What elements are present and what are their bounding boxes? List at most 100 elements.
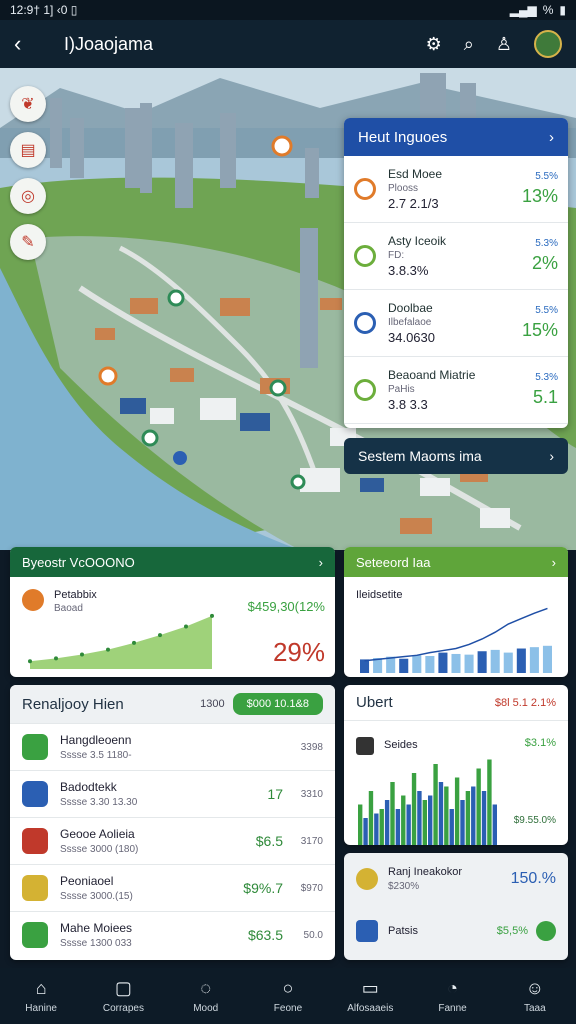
spend-card-body: Petabbix Baoad $459,30(12% 29% [10, 577, 335, 677]
sales-card[interactable]: Seteeord Iaa › Ileidsetite [344, 547, 568, 677]
hotspot-sub: PaHis [388, 384, 415, 395]
status-bar: 12:9† 1] ‹0 ▯ ▂▄▆ % ▮ [0, 0, 576, 20]
system-button-label: Sestem Maoms ima [358, 448, 482, 464]
hotspot-percent: 5.1 [532, 387, 558, 407]
sales-bar [542, 645, 552, 673]
hotspot-item[interactable]: Asty Iceoik FD: 3.8.3% 5.3% 2% [344, 223, 568, 290]
sales-card-body: Ileidsetite [344, 577, 568, 677]
hotspot-item[interactable]: Beaoand Miatrie PaHis 3.8 3.3 5.3% 5.1 [344, 357, 568, 424]
nav-item[interactable]: ▭ Alfosaaeis [334, 978, 406, 1014]
settings-gear-icon[interactable]: ⚙ [426, 34, 442, 55]
spend-point [28, 659, 32, 664]
category-icon [22, 781, 48, 807]
account-icon[interactable]: ♙ [496, 34, 512, 55]
ubert-bar [395, 809, 401, 845]
sales-bar [360, 659, 370, 673]
page-title: I)Joaojama [64, 33, 154, 54]
nav-label: Taaa [523, 1003, 546, 1014]
spend-card-title: Byeostr VcOOONO [22, 554, 135, 570]
regional-row-delta: 3310 [300, 788, 323, 800]
regional-row-delta: $970 [300, 882, 323, 894]
spend-point [106, 647, 110, 652]
status-time: 12:9† 1] ‹0 ▯ [10, 3, 78, 17]
layers-icon[interactable]: ❦ [10, 86, 46, 122]
hotspot-stats: 5.5% 13% [522, 171, 558, 207]
search-icon[interactable]: ⌕ [464, 34, 474, 55]
regional-row-text: Geooe Aolieia Sssse 3000 (180) [60, 827, 233, 855]
hotspot-small: 5.5% [535, 171, 558, 182]
hotspot-item[interactable]: Esd Moee Plooss 2.7 2.1/3 5.5% 13% [344, 156, 568, 223]
hotspot-sub: Plooss [388, 183, 419, 194]
small-card-row-2: Patsis $5,5% [344, 905, 568, 957]
system-button[interactable]: Sestem Maoms ima › [344, 438, 568, 474]
regional-card: Renaljooy Hien 1300 $000 10.1&8 Hangdleo… [10, 685, 335, 960]
sc-row1-sub: $230% [388, 881, 420, 892]
nav-item[interactable]: ◔ Fanne [417, 978, 489, 1014]
leaf-icon [536, 921, 556, 941]
spend-card[interactable]: Byeostr VcOOONO › Petabbix Baoad $459,30… [10, 547, 335, 677]
nav-item[interactable]: ▢ Corrapes [87, 978, 159, 1014]
nav-icon: ▭ [361, 978, 379, 998]
ubert-bar [460, 800, 465, 845]
ubert-bar [358, 804, 363, 845]
edit-pencil-icon[interactable]: ✎ [10, 224, 46, 260]
box-icon [356, 868, 378, 890]
regional-row-value: $63.5 [247, 927, 283, 943]
map-tools: ❦ ▤ ◎ ✎ [10, 86, 46, 260]
spend-area-chart [28, 613, 214, 669]
back-arrow-icon[interactable]: ‹ [14, 31, 44, 57]
hotspot-sub: Ilbefalaoe [388, 317, 432, 328]
sc-row2-text: Patsis [388, 925, 497, 937]
sales-bar [503, 652, 513, 673]
ubert-bar [433, 764, 438, 845]
hotspot-name: Asty Iceoik [388, 234, 447, 248]
avatar[interactable] [534, 30, 562, 58]
hotspot-value: 34.0630 [388, 330, 435, 345]
ubert-right-bottom: $9.55.0% [513, 815, 556, 826]
hotspot-stats: 5.3% 5.1 [533, 372, 558, 408]
hotspot-name: Beaoand Miatrie [388, 368, 476, 382]
spend-point [132, 640, 136, 645]
hotspot-name: Doolbae [388, 301, 433, 315]
ubert-bar [444, 786, 449, 845]
sc-row2-label: Patsis [388, 925, 418, 937]
hotspot-item[interactable]: Doolbae Ilbefalaoe 34.0630 5.5% 15% [344, 290, 568, 357]
ubert-card[interactable]: Ubert $8l 5.1 2.1% Seides $3.1% $9.55.0% [344, 685, 568, 845]
regional-row[interactable]: Geooe Aolieia Sssse 3000 (180) $6.5 3170 [10, 817, 335, 864]
nav-item[interactable]: ◌ Mood [170, 978, 242, 1014]
sc-row1-text: Ranj Ineakokor $230% [388, 866, 511, 892]
clipboard-icon[interactable]: ▤ [10, 132, 46, 168]
chevron-right-icon: › [549, 128, 554, 146]
regional-row-sub: Sssse 3000 (180) [60, 844, 139, 855]
spend-point [80, 652, 84, 657]
ubert-bar [368, 791, 374, 845]
small-card[interactable]: Ranj Ineakokor $230% 150.% Patsis $5,5% [344, 853, 568, 960]
location-icon[interactable]: ◎ [10, 178, 46, 214]
chevron-right-icon: › [318, 554, 323, 570]
sales-bar [516, 648, 526, 673]
nav-item[interactable]: ☺ Taaa [499, 978, 571, 1014]
regional-row[interactable]: Badodtekk Sssse 3.30 13.30 17 3310 [10, 770, 335, 817]
sales-card-header: Seteeord Iaa › [344, 547, 568, 577]
nav-item[interactable]: ⌂ Hanine [5, 978, 77, 1014]
hotspot-percent: 15% [521, 320, 558, 340]
map-pin-icon [354, 178, 376, 200]
regional-row[interactable]: Mahe Moiees Sssse 1300 033 $63.5 50.0 [10, 911, 335, 958]
ubert-bar [406, 804, 411, 845]
regional-row-sub: Sssse 3000.(15) [60, 891, 133, 902]
regional-header: Renaljooy Hien 1300 $000 10.1&8 [10, 685, 335, 723]
nav-item[interactable]: ○ Feone [252, 978, 324, 1014]
regional-filter-pill[interactable]: $000 10.1&8 [232, 693, 323, 715]
regional-row[interactable]: Peoniaoel Sssse 3000.(15) $9%.7 $970 [10, 864, 335, 911]
hotspot-value: 3.8 3.3 [388, 397, 428, 412]
regional-title: Renaljooy Hien [22, 695, 124, 713]
ubert-bar [411, 773, 417, 845]
hotspots-header[interactable]: Heut Inguoes › [344, 118, 568, 156]
sales-bar [464, 654, 474, 673]
regional-row[interactable]: Hangdleoenn Sssse 3.5 1180- 3398 [10, 723, 335, 770]
top-app-bar: ‹ I)Joaojama ⚙ ⌕ ♙ [0, 20, 576, 68]
regional-row-name: Mahe Moiees [60, 921, 133, 935]
ubert-bar [465, 791, 471, 845]
nav-icon: ◔ [447, 978, 458, 998]
ubert-bar [438, 782, 444, 845]
